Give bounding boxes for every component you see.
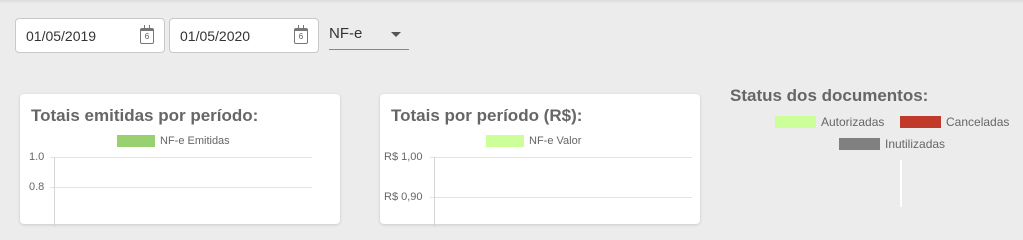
calendar-icon[interactable]: 6 — [140, 25, 154, 44]
status-legend-swatch — [775, 116, 816, 128]
emitidas-legend[interactable]: NF-e Emitidas — [117, 135, 230, 147]
y-axis — [434, 157, 435, 227]
valor-chart-title: Totais por período (R$): — [391, 106, 583, 125]
doc-type-value: NF-e — [329, 25, 363, 42]
valor-legend-swatch — [486, 135, 524, 147]
gridline — [430, 197, 692, 198]
end-date-input[interactable]: 01/05/2020 6 — [169, 18, 319, 53]
start-date-input[interactable]: 01/05/2019 6 — [15, 18, 165, 53]
doc-type-select[interactable]: NF-e — [329, 18, 409, 50]
valor-chart-card: Totais por período (R$): NF-e Valor R$ 1… — [380, 94, 700, 227]
valor-legend-label: NF-e Valor — [529, 135, 582, 147]
y-tick-label: 0.8 — [29, 181, 45, 193]
gridline — [50, 157, 312, 158]
gridline — [50, 187, 312, 188]
status-legend-swatch — [900, 116, 941, 128]
start-date-value: 01/05/2019 — [26, 28, 97, 44]
emitidas-chart-card: Totais emitidas por período: NF-e Emitid… — [20, 94, 340, 227]
y-tick-label: 1.0 — [29, 151, 45, 163]
y-axis — [54, 157, 55, 227]
end-date-value: 01/05/2020 — [180, 28, 251, 44]
chevron-down-icon — [391, 32, 401, 37]
valor-legend[interactable]: NF-e Valor — [486, 135, 581, 147]
status-legend-label: Canceladas — [946, 115, 1010, 129]
status-legend-autorizadas[interactable]: Autorizadas — [775, 115, 884, 129]
status-legend-label: Autorizadas — [821, 115, 885, 129]
status-legend-canceladas[interactable]: Canceladas — [900, 115, 1009, 129]
emitidas-legend-label: NF-e Emitidas — [160, 135, 230, 147]
y-tick-label: R$ 1,00 — [384, 151, 423, 163]
status-chart-title: Status dos documentos: — [730, 86, 929, 105]
status-chart-axis — [900, 160, 902, 207]
status-legend-swatch — [839, 138, 880, 150]
calendar-icon[interactable]: 6 — [294, 25, 308, 44]
emitidas-legend-swatch — [117, 135, 155, 147]
gridline — [430, 157, 692, 158]
emitidas-chart-title: Totais emitidas por período: — [31, 106, 259, 125]
status-legend-label: Inutilizadas — [885, 137, 946, 151]
status-legend-inutilizadas[interactable]: Inutilizadas — [839, 137, 945, 151]
top-shadow — [0, 0, 1023, 4]
y-tick-label: R$ 0,90 — [384, 191, 423, 203]
